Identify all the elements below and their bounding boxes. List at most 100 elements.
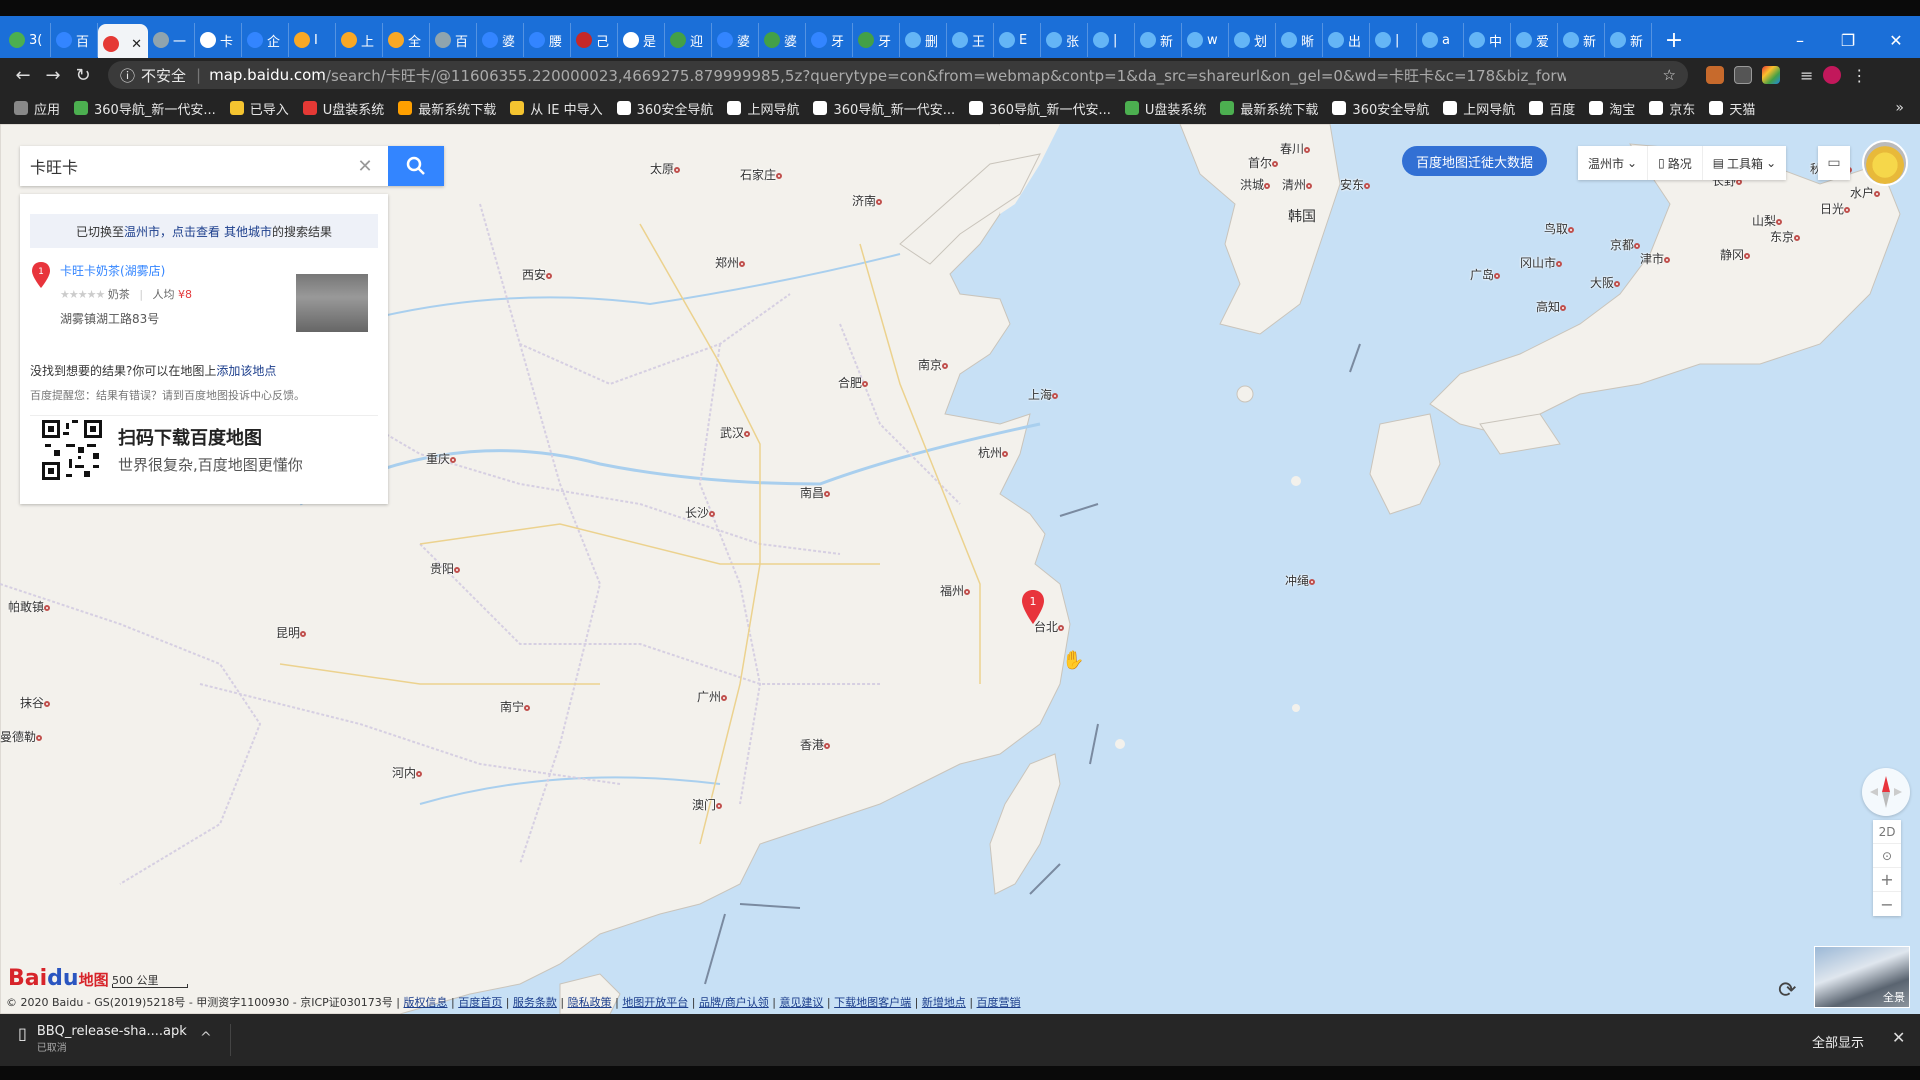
city-label[interactable]: 日光 — [1820, 200, 1853, 217]
city-selector[interactable]: 温州市 ⌄ — [1578, 146, 1649, 180]
city-label[interactable]: 武汉 — [720, 424, 753, 441]
city-label[interactable]: 贵阳 — [430, 560, 463, 577]
reload-icon[interactable]: ↻ — [68, 65, 98, 86]
city-label[interactable]: 上海 — [1028, 386, 1061, 403]
city-label[interactable]: 东京 — [1770, 228, 1803, 245]
result-item[interactable]: 1 卡旺卡奶茶(湖雾店) ★★★★★ 奶茶 | 人均 ¥8 湖雾镇湖工路83号 — [20, 248, 388, 358]
browser-tab[interactable]: 企 — [242, 23, 289, 57]
migration-bigdata-button[interactable]: 百度地图迁徙大数据 — [1402, 146, 1548, 176]
bookmark-item[interactable]: 360安全导航 — [1332, 99, 1429, 118]
bookmark-item[interactable]: 从 IE 中导入 — [510, 99, 603, 118]
browser-tab[interactable]: 婆 — [759, 23, 806, 57]
result-photo[interactable] — [296, 274, 368, 332]
browser-tab[interactable]: w — [1182, 23, 1229, 57]
footer-link[interactable]: 版权信息 — [404, 996, 448, 1009]
browser-tab[interactable]: 出 — [1323, 23, 1370, 57]
bookmark-item[interactable]: 京东 — [1649, 99, 1695, 118]
panorama-thumbnail[interactable]: 全景 — [1814, 946, 1910, 1008]
footer-link[interactable]: 品牌/商户认领 — [699, 996, 769, 1009]
traffic-button[interactable]: ▯ 路况 — [1648, 146, 1703, 180]
city-label[interactable]: 杭州 — [978, 444, 1011, 461]
footer-link[interactable]: 新增地点 — [922, 996, 966, 1009]
browser-tab[interactable]: 中 — [1464, 23, 1511, 57]
compass-control[interactable] — [1862, 768, 1910, 816]
city-label[interactable]: 西安 — [522, 266, 555, 283]
bookmark-item[interactable]: 已导入 — [229, 99, 289, 118]
browser-tab[interactable]: 婆 — [477, 23, 524, 57]
browser-tab[interactable]: 爱 — [1511, 23, 1558, 57]
map-viewport[interactable]: 太原石家庄济南郑州西安合肥南京上海成都武汉杭州重庆南昌长沙贵阳福州台北昆明广州南… — [0, 124, 1920, 1014]
city-label[interactable]: 高知 — [1536, 298, 1569, 315]
city-label[interactable]: 合肥 — [838, 374, 871, 391]
bookmark-item[interactable]: 360导航_新一代安... — [74, 99, 216, 118]
browser-tab[interactable]: | — [1088, 23, 1135, 57]
browser-tab[interactable]: | — [1370, 23, 1417, 57]
city-label[interactable]: 清州 — [1282, 176, 1315, 193]
city-label[interactable]: 昆明 — [276, 624, 309, 641]
city-label[interactable]: 广州 — [697, 688, 730, 705]
media-icon[interactable]: ≡ — [1800, 66, 1813, 85]
address-bar[interactable]: ⓘ 不安全 | map.baidu.com /search/卡旺卡/@11606… — [108, 61, 1688, 89]
city-label[interactable]: 香港 — [800, 736, 833, 753]
bookmark-star-icon[interactable]: ☆ — [1663, 66, 1676, 84]
zoom-in-button[interactable]: + — [1873, 868, 1901, 892]
browser-tab[interactable]: 牙 — [806, 23, 853, 57]
result-name[interactable]: 卡旺卡奶茶(湖雾店) — [60, 262, 165, 279]
close-window-button[interactable]: ✕ — [1872, 31, 1920, 50]
2d-toggle-button[interactable]: 2D — [1873, 820, 1901, 844]
profile-icon[interactable] — [1823, 66, 1842, 84]
city-label[interactable]: 郑州 — [715, 254, 748, 271]
browser-tab[interactable]: 腰 — [524, 23, 571, 57]
browser-tab[interactable]: 是 — [618, 23, 665, 57]
bookmark-item[interactable]: 360导航_新一代安... — [813, 99, 955, 118]
close-shelf-icon[interactable]: ✕ — [1892, 1028, 1905, 1047]
footer-link[interactable]: 意见建议 — [779, 996, 823, 1009]
footer-link[interactable]: 隐私政策 — [568, 996, 612, 1009]
footer-link[interactable]: 服务条款 — [513, 996, 557, 1009]
city-label[interactable]: 静冈 — [1720, 246, 1753, 263]
bookmark-item[interactable]: U盘装系统 — [1124, 99, 1206, 118]
clear-search-icon[interactable]: ✕ — [350, 156, 380, 177]
city-label[interactable]: 南宁 — [500, 698, 533, 715]
chevron-up-icon[interactable]: ^ — [200, 1030, 212, 1046]
browser-tab[interactable]: 百 — [51, 23, 98, 57]
bookmark-item[interactable]: 淘宝 — [1589, 99, 1635, 118]
bookmark-item[interactable]: 上网导航 — [1443, 99, 1515, 118]
info-icon[interactable]: ⓘ — [120, 65, 135, 86]
user-avatar[interactable] — [1862, 140, 1908, 186]
new-tab-button[interactable]: + — [1660, 28, 1688, 53]
browser-tab[interactable]: 晰 — [1276, 23, 1323, 57]
browser-tab[interactable]: 全 — [383, 23, 430, 57]
city-label[interactable]: 首尔 — [1248, 154, 1281, 171]
city-label[interactable]: 春川 — [1280, 140, 1313, 157]
extension-b-icon[interactable] — [1706, 66, 1724, 84]
download-item[interactable]: ▯ BBQ_release-sha....apk 已取消 — [18, 1024, 187, 1054]
city-label[interactable]: 长沙 — [685, 504, 718, 521]
city-label[interactable]: 山梨 — [1752, 212, 1785, 229]
footer-link[interactable]: 百度营销 — [977, 996, 1021, 1009]
browser-tab[interactable]: 牙 — [853, 23, 900, 57]
back-icon[interactable]: ← — [8, 65, 38, 86]
browser-tab[interactable]: 新 — [1558, 23, 1605, 57]
bookmark-item[interactable]: 360导航_新一代安... — [969, 99, 1111, 118]
browser-tab[interactable]: 王 — [947, 23, 994, 57]
extension-glasses-icon[interactable] — [1734, 66, 1752, 84]
browser-tab[interactable]: 新 — [1135, 23, 1182, 57]
zoom-out-button[interactable]: − — [1873, 892, 1901, 916]
city-label[interactable]: 济南 — [852, 192, 885, 209]
browser-tab[interactable]: 己 — [571, 23, 618, 57]
extension-color-icon[interactable] — [1762, 66, 1780, 84]
city-label[interactable]: 京都 — [1610, 236, 1643, 253]
other-cities-link[interactable]: 其他城市 — [224, 223, 272, 240]
city-label[interactable]: 抹谷 — [20, 694, 53, 711]
browser-tab[interactable]: 3( — [4, 23, 51, 57]
menu-icon[interactable]: ⋮ — [1851, 66, 1867, 85]
browser-tab[interactable]: 百 — [430, 23, 477, 57]
city-label[interactable]: 津市 — [1640, 250, 1673, 267]
footer-link[interactable]: 百度首页 — [458, 996, 502, 1009]
browser-tab[interactable]: 张 — [1041, 23, 1088, 57]
browser-tab[interactable]: 一 — [148, 23, 195, 57]
city-label[interactable]: 洪城 — [1240, 176, 1273, 193]
show-all-downloads-button[interactable]: 全部显示 — [1802, 1028, 1874, 1055]
result-marker-icon[interactable]: 1 — [1022, 590, 1044, 624]
